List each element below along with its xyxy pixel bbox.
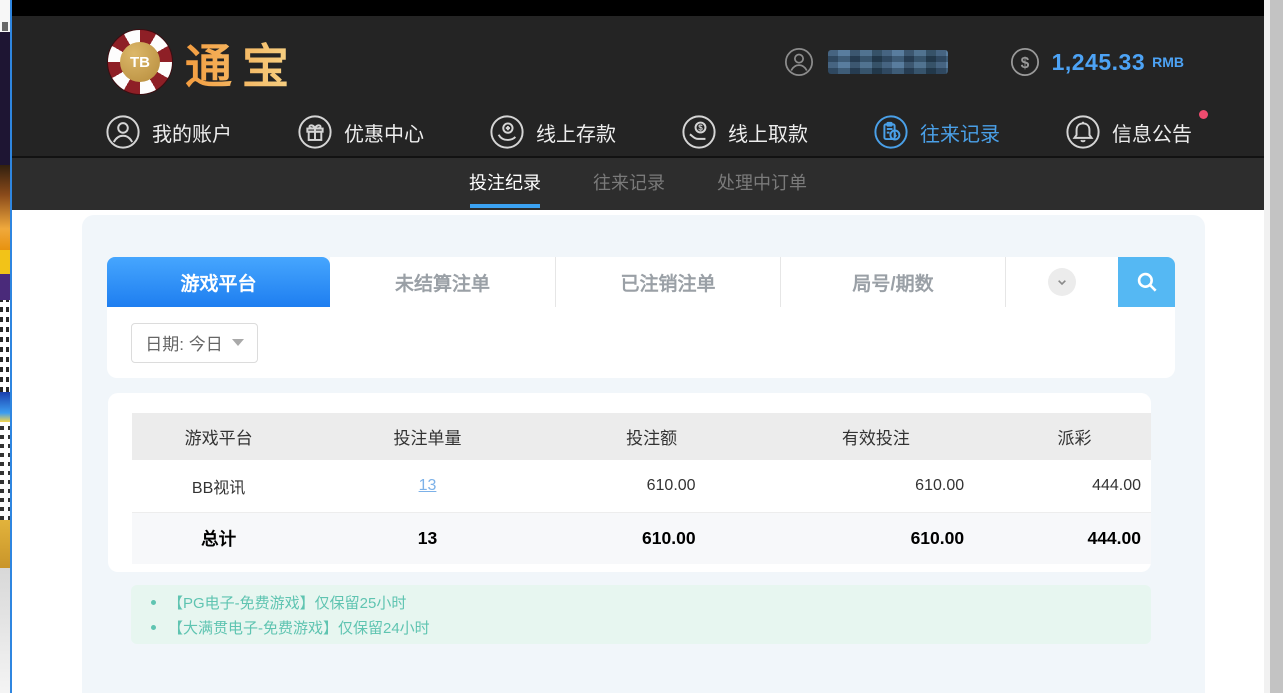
nav-item-announcements[interactable]: 信息公告 [1065, 114, 1192, 150]
nav-label: 线上存款 [536, 118, 616, 147]
deposit-hand-coin-icon [489, 114, 525, 150]
filter-body: 日期: 今日 [107, 307, 1175, 378]
nav-item-my-account[interactable]: 我的账户 [105, 114, 232, 150]
date-filter-label: 日期: 今日 [145, 330, 222, 355]
background-strip-segment [0, 392, 10, 422]
background-strip-segment [0, 32, 10, 165]
account-area: $ 1,245.33 RMB [784, 47, 1184, 77]
records-card: 游戏平台 未结算注单 已注销注单 局号/期数 [82, 215, 1205, 693]
bet-count-link[interactable]: 13 [419, 477, 437, 494]
total-label: 总计 [132, 512, 305, 564]
nav-label: 往来记录 [920, 118, 1000, 147]
col-header-bet-count: 投注单量 [305, 413, 550, 460]
logo-badge: TB [120, 42, 160, 82]
main-window: TB 通宝 $ 1,245.33 RMB [12, 0, 1264, 693]
screen: TB 通宝 $ 1,245.33 RMB [0, 0, 1283, 693]
background-strip-segment [0, 165, 10, 250]
filter-tab-unsettled[interactable]: 未结算注单 [330, 257, 555, 307]
chevron-down-icon [1048, 268, 1076, 296]
gift-icon [297, 114, 333, 150]
filter-tab-round-number[interactable]: 局号/期数 [780, 257, 1005, 307]
total-payout: 444.00 [998, 512, 1151, 564]
cell-bet-amount: 610.00 [550, 460, 754, 512]
notes-box: 【PG电子-免费游戏】仅保留25小时 【大满贯电子-免费游戏】仅保留24小时 [131, 585, 1151, 644]
note-text: 【大满贯电子-免费游戏】仅保留24小时 [168, 617, 430, 638]
site-logo[interactable]: TB 通宝 [107, 28, 299, 97]
scrollbar-thumb[interactable] [1270, 0, 1283, 693]
col-header-platform: 游戏平台 [132, 413, 305, 460]
background-strip-segment [0, 274, 10, 300]
table-row: BB视讯 13 610.00 610.00 444.00 [132, 460, 1151, 512]
withdraw-hand-coin-icon: $ [681, 114, 717, 150]
balance-group[interactable]: $ 1,245.33 RMB [1010, 47, 1184, 77]
subtab-bar: 投注纪录 往来记录 处理中订单 [12, 158, 1264, 210]
page-content: 游戏平台 未结算注单 已注销注单 局号/期数 [12, 210, 1264, 693]
tab-bet-records[interactable]: 投注纪录 [467, 158, 543, 210]
nav-item-withdraw[interactable]: $ 线上取款 [681, 114, 808, 150]
top-black-strip [12, 0, 1264, 16]
transaction-records-icon [873, 114, 909, 150]
col-header-payout: 派彩 [998, 413, 1151, 460]
cell-payout: 444.00 [998, 460, 1151, 512]
search-icon [1134, 269, 1160, 295]
note-text: 【PG电子-免费游戏】仅保留25小时 [168, 592, 406, 613]
bet-summary-table: 游戏平台 投注单量 投注额 有效投注 派彩 BB视讯 13 61 [132, 413, 1151, 564]
nav-item-deposit[interactable]: 线上存款 [489, 114, 616, 150]
svg-text:$: $ [698, 124, 703, 133]
notification-dot [1199, 110, 1208, 119]
search-button[interactable] [1118, 257, 1175, 307]
filter-expand-button[interactable] [1005, 257, 1118, 307]
balance-amount: 1,245.33 [1052, 49, 1146, 76]
nav-item-transaction-records[interactable]: 往来记录 [873, 114, 1000, 150]
svg-text:$: $ [1020, 55, 1029, 72]
cell-valid-bet: 610.00 [754, 460, 999, 512]
total-bet-count: 13 [305, 512, 550, 564]
bullet-dot-icon [151, 600, 156, 605]
nav-label: 线上取款 [728, 118, 808, 147]
bullet-dot-icon [151, 625, 156, 630]
nav-item-promotions[interactable]: 优惠中心 [297, 114, 424, 150]
filter-tab-game-platform[interactable]: 游戏平台 [107, 257, 330, 307]
tab-pending-orders[interactable]: 处理中订单 [715, 158, 809, 210]
note-item: 【大满贯电子-免费游戏】仅保留24小时 [147, 615, 1151, 640]
nav-label: 我的账户 [152, 118, 232, 147]
main-nav: 我的账户 优惠中心 [12, 108, 1264, 158]
filter-tab-cancelled[interactable]: 已注销注单 [555, 257, 780, 307]
filter-tabs: 游戏平台 未结算注单 已注销注单 局号/期数 [107, 257, 1175, 307]
background-strip-segment [0, 568, 10, 693]
background-window-strip [0, 0, 12, 693]
dollar-circle-icon: $ [1010, 47, 1040, 77]
brand-name: 通宝 [185, 28, 299, 97]
casino-chip-logo-icon: TB [107, 29, 173, 95]
background-strip-qr-pattern [0, 300, 10, 392]
date-filter-dropdown[interactable]: 日期: 今日 [131, 323, 258, 363]
col-header-valid-bet: 有效投注 [754, 413, 999, 460]
user-avatar-icon [784, 47, 814, 77]
table-card: 游戏平台 投注单量 投注额 有效投注 派彩 BB视讯 13 61 [108, 393, 1151, 572]
user-icon [105, 114, 141, 150]
background-strip-segment [0, 250, 10, 274]
balance-currency: RMB [1152, 54, 1184, 70]
caret-down-icon [232, 339, 244, 346]
tab-transaction-records[interactable]: 往来记录 [591, 158, 667, 210]
col-header-bet-amount: 投注额 [550, 413, 754, 460]
table-total-row: 总计 13 610.00 610.00 444.00 [132, 512, 1151, 564]
bell-icon [1065, 114, 1101, 150]
table-header-row: 游戏平台 投注单量 投注额 有效投注 派彩 [132, 413, 1151, 460]
cell-platform: BB视讯 [132, 460, 305, 512]
total-bet-amount: 610.00 [550, 512, 754, 564]
background-strip-segment [0, 0, 10, 32]
scrollbar[interactable] [1264, 0, 1283, 693]
note-item: 【PG电子-免费游戏】仅保留25小时 [147, 590, 1151, 615]
nav-label: 优惠中心 [344, 118, 424, 147]
total-valid-bet: 610.00 [754, 512, 999, 564]
username-redacted[interactable] [828, 50, 948, 74]
background-strip-segment [0, 520, 10, 568]
background-strip-qr-pattern [0, 422, 10, 520]
site-header: TB 通宝 $ 1,245.33 RMB [12, 16, 1264, 108]
nav-label: 信息公告 [1112, 118, 1192, 147]
